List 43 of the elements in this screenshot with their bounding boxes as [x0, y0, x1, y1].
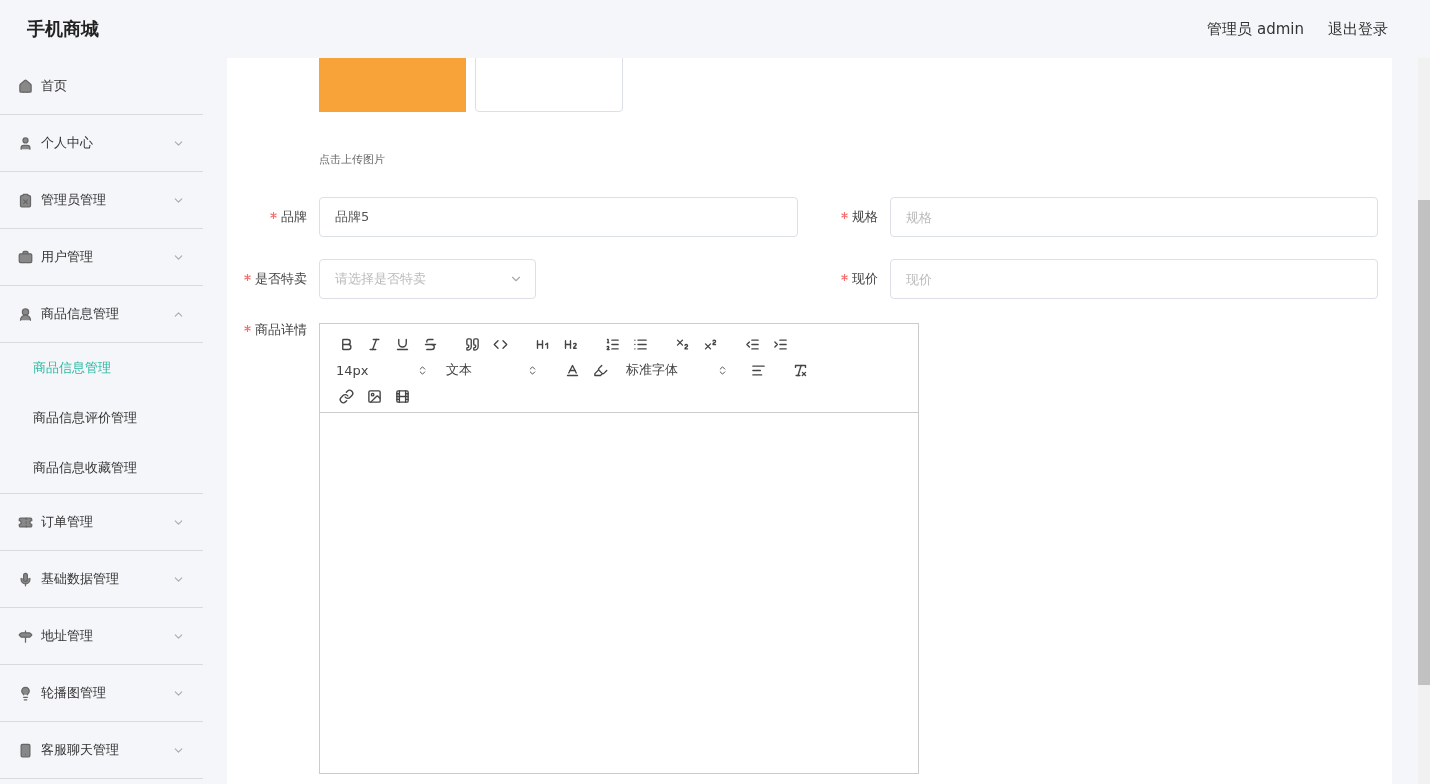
app-title: 手机商城	[27, 17, 100, 41]
submenu-item[interactable]: 商品信息评价管理	[0, 393, 203, 443]
home-icon	[18, 78, 33, 94]
sidebar-item[interactable]: 轮播图管理	[0, 665, 203, 722]
input-field[interactable]: 规格	[890, 197, 1378, 237]
user-icon	[18, 135, 33, 151]
sidebar-item[interactable]: 基础数据管理	[0, 551, 203, 608]
input-field[interactable]: 现价	[890, 259, 1378, 299]
microphone-icon	[18, 571, 33, 587]
sidebar-item[interactable]: 首页	[0, 58, 203, 115]
heading-select[interactable]: 文本	[442, 358, 542, 382]
field-label: 商品详情	[227, 321, 319, 339]
signpost-icon	[18, 628, 33, 644]
ticket-icon	[18, 514, 33, 530]
upload-hint[interactable]: 点击上传图片	[319, 152, 1380, 167]
scrollbar[interactable]	[1418, 58, 1430, 784]
up-down-icon	[717, 364, 728, 376]
field-label: 品牌	[227, 197, 319, 237]
rich-text-editor[interactable]: 14px 文本 标准字体	[319, 323, 919, 774]
sidebar-item[interactable]: 订单管理	[0, 494, 203, 551]
font-size-select[interactable]: 14px	[332, 358, 432, 382]
sidebar-item[interactable]: 地址管理	[0, 608, 203, 665]
lightbulb-icon	[18, 685, 33, 701]
submenu-item[interactable]: 商品信息收藏管理	[0, 443, 203, 493]
font-family-select[interactable]: 标准字体	[622, 358, 732, 382]
user-icon	[18, 306, 33, 322]
field-label: 是否特卖	[227, 259, 319, 299]
briefcase-icon	[18, 249, 33, 265]
scrollbar-thumb[interactable]	[1418, 200, 1430, 685]
user-name: 管理员 admin	[1207, 19, 1304, 39]
sidebar-item[interactable]: 个人中心	[0, 115, 203, 172]
phone-icon	[18, 742, 33, 758]
input-field[interactable]: 品牌5	[319, 197, 798, 237]
sidebar-item[interactable]: 商品信息管理	[0, 286, 203, 343]
field-label: 规格	[798, 197, 890, 237]
up-down-icon	[417, 364, 428, 376]
logout-link[interactable]: 退出登录	[1328, 19, 1388, 39]
sidebar-item[interactable]: 用户管理	[0, 229, 203, 286]
sidebar-item[interactable]: 客服聊天管理	[0, 722, 203, 779]
clipboard-icon	[18, 192, 33, 208]
up-down-icon	[527, 364, 538, 376]
sidebar-item[interactable]: 管理员管理	[0, 172, 203, 229]
field-label: 现价	[798, 259, 890, 299]
